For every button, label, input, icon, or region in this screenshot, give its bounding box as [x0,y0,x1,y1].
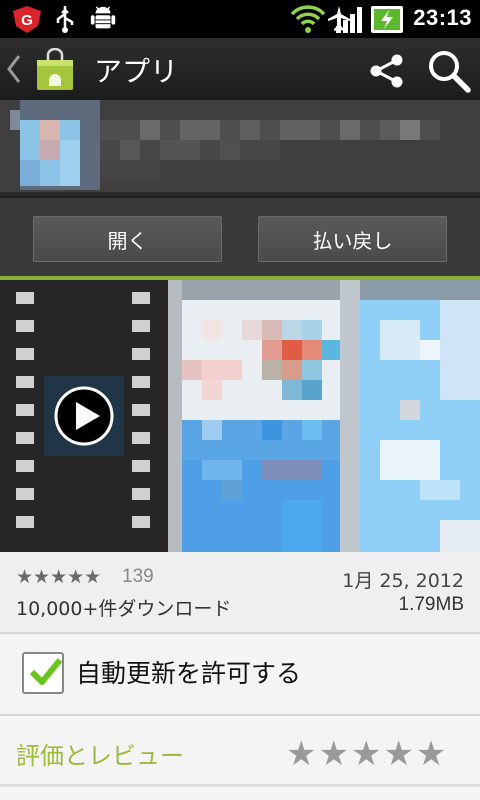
average-rating-stars: ★★★★★ [16,566,102,588]
screenshot-carousel[interactable] [0,280,480,552]
reviews-title: 評価とレビュー [16,742,184,770]
film-sprocket [16,320,34,332]
video-thumbnail[interactable] [0,280,168,552]
app-info: ★★★★★ 139 1月 25, 2012 10,000+件ダウンロード 1.7… [0,552,480,632]
svg-text:G: G [21,12,33,29]
auto-update-checkbox[interactable] [22,652,64,694]
battery-charging-icon [371,6,403,33]
app-icon-pixelated [0,100,480,196]
rating-count: 139 [122,566,154,587]
wifi-icon [290,5,326,33]
film-sprocket [16,292,34,304]
app-size: 1.79MB [398,594,464,615]
search-icon[interactable] [426,48,472,94]
play-store-bag-icon[interactable] [34,48,76,92]
film-sprocket [16,404,34,416]
back-chevron-icon[interactable] [4,52,24,86]
action-buttons-band: 開く 払い戻し [0,196,480,280]
film-sprocket [132,320,150,332]
film-sprocket [132,348,150,360]
film-sprocket [16,460,34,472]
film-sprocket [16,488,34,500]
open-button[interactable]: 開く [33,216,222,262]
update-date: 1月 25, 2012 [342,570,464,592]
auto-update-row[interactable]: 自動更新を許可する [0,634,480,714]
action-bar: アプリ [0,38,480,100]
film-sprocket [132,516,150,528]
film-sprocket [132,292,150,304]
refund-button[interactable]: 払い戻し [258,216,447,262]
film-sprocket [16,516,34,528]
film-sprocket [16,348,34,360]
share-icon[interactable] [366,50,408,92]
bottom-divider [0,784,480,787]
android-debug-icon [90,6,116,29]
checkmark-icon [29,658,63,685]
page-title: アプリ [94,55,179,88]
film-sprocket [132,460,150,472]
rate-stars[interactable]: ★★★★★ [286,734,448,774]
film-sprocket [132,432,150,444]
usb-icon [56,6,74,33]
status-bar: G 23:13 [0,0,480,38]
reviews-section[interactable]: 評価とレビュー ★★★★★ [0,716,480,800]
app-screenshot-pixelated[interactable] [168,280,480,552]
auto-update-label: 自動更新を許可する [76,659,302,688]
film-sprocket [132,376,150,388]
download-count: 10,000+件ダウンロード [16,598,232,620]
film-sprocket [16,376,34,388]
film-sprocket [132,404,150,416]
signal-icon [336,7,362,33]
film-sprocket [16,432,34,444]
app-header [0,100,480,196]
g-antivirus-icon: G [13,6,41,33]
clock: 23:13 [413,5,472,30]
film-sprocket [132,488,150,500]
play-icon[interactable] [44,376,124,456]
